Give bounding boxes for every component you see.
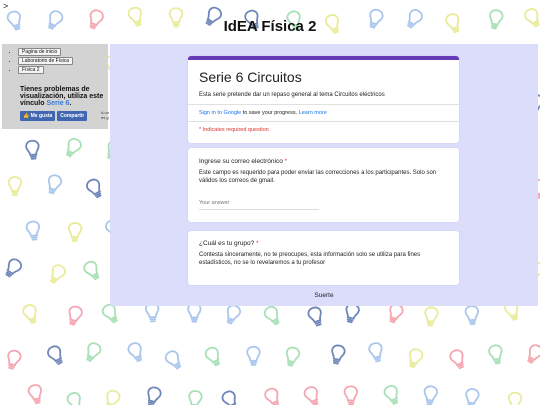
required-star: * (256, 240, 259, 247)
lightbulb-icon (86, 178, 102, 199)
lightbulb-icon (27, 384, 42, 405)
sign-in-notice: Sign in to Google to save your progress.… (199, 110, 327, 116)
learn-more-link[interactable]: Learn more (299, 110, 327, 116)
lightbulb-icon (7, 349, 22, 370)
form-description: Esta serie pretende dar un repaso genera… (199, 92, 385, 98)
lightbulb-icon (25, 139, 40, 160)
form-title: Serie 6 Circuitos (199, 69, 302, 85)
lightbulb-icon (187, 302, 202, 323)
sidebar-nav: Pagina de inicio Laboratorio de Física F… (2, 48, 108, 74)
sidebar: Pagina de inicio Laboratorio de Física F… (2, 44, 110, 129)
required-note: * Indicates required question (199, 127, 269, 133)
visualization-help-text: Tienes problemas de visualización, utili… (20, 86, 110, 107)
lightbulb-icon (164, 350, 182, 370)
sign-in-link[interactable]: Sign in to Google (199, 110, 241, 116)
group-question-card: ¿Cuál es tu grupo? * Contesta sinceramen… (188, 231, 459, 285)
lightbulb-icon (204, 346, 221, 367)
lightbulb-icon (86, 342, 102, 362)
lightbulb-icon (25, 220, 40, 241)
lightbulb-icon (226, 304, 241, 325)
lightbulb-icon (5, 258, 22, 278)
lightbulb-icon (263, 305, 280, 326)
facebook-like-button[interactable]: 👍 Me gusta (20, 111, 56, 121)
email-field[interactable]: Your answer (199, 200, 319, 210)
lightbulb-icon (65, 137, 82, 158)
lightbulb-icon (47, 345, 63, 365)
lightbulb-icon (409, 348, 424, 369)
lightbulb-icon (221, 390, 238, 405)
nav-laboratorio-button[interactable]: Laboratorio de Física (18, 57, 73, 65)
lightbulb-icon (246, 345, 261, 366)
divider (188, 121, 459, 122)
lightbulb-icon (188, 390, 203, 405)
sign-in-text: to save your progress. (242, 110, 298, 116)
google-form-embed[interactable]: Serie 6 Circuitos Esta serie pretende da… (110, 44, 538, 306)
form-header-card: Serie 6 Circuitos Esta serie pretende da… (188, 56, 459, 143)
facebook-share-button[interactable]: Compartir (57, 111, 88, 121)
form-footer-text: Suerte (314, 292, 334, 299)
lightbulb-icon (507, 391, 523, 405)
lightbulb-icon (47, 174, 63, 195)
lightbulb-icon (147, 386, 162, 405)
facebook-share-bar: 👍 Me gusta Compartir (20, 111, 88, 121)
divider (188, 104, 459, 105)
question-title-text: ¿Cuál es tu grupo? (199, 240, 255, 247)
sidebar-item-fisica2: Física 2 (18, 66, 108, 74)
lightbulb-icon (264, 387, 280, 405)
lightbulb-icon (527, 344, 540, 364)
question-title: ¿Cuál es tu grupo? * (199, 240, 259, 247)
lightbulb-icon (424, 306, 439, 327)
like-label: Me gusta (30, 113, 53, 119)
question-title-text: Ingrese su correo electrónico (199, 158, 283, 165)
thumbs-up-icon: 👍 (23, 113, 30, 119)
lightbulb-icon (285, 346, 301, 367)
nav-inicio-button[interactable]: Pagina de inicio (18, 48, 62, 56)
email-question-card: Ingrese su correo electrónico * Este cam… (188, 148, 459, 222)
lightbulb-icon (7, 176, 23, 196)
lightbulb-icon (368, 342, 383, 363)
lightbulb-icon (449, 349, 465, 370)
question-description: Este campo es requerido para poder envia… (199, 170, 437, 184)
lightbulb-icon (105, 389, 121, 405)
serie6-link[interactable]: Serie 6 (46, 100, 69, 107)
lightbulb-icon (66, 392, 81, 405)
lightbulb-icon (383, 385, 399, 405)
lightbulb-icon (465, 388, 480, 405)
lightbulb-icon (488, 344, 503, 365)
sidebar-item-inicio: Pagina de inicio (18, 48, 108, 56)
lightbulb-icon (67, 222, 83, 242)
page-title: IdEA Física 2 (223, 18, 317, 35)
required-star: * (284, 158, 288, 165)
question-description: Contesta sinceramente, no te preocupes, … (199, 252, 421, 266)
sidebar-item-laboratorio: Laboratorio de Física (18, 57, 108, 65)
question-title: Ingrese su correo electrónico * (199, 158, 287, 165)
help-period: . (69, 100, 72, 107)
lightbulb-icon (68, 305, 83, 326)
lightbulb-icon (307, 306, 322, 327)
lightbulb-icon (464, 305, 479, 326)
lightbulb-icon (303, 386, 319, 405)
lightbulb-icon (423, 385, 438, 405)
lightbulb-icon (22, 304, 37, 325)
lightbulb-icon (50, 264, 66, 284)
nav-fisica2-button[interactable]: Física 2 (18, 66, 44, 74)
lightbulb-icon (127, 342, 143, 363)
lightbulb-icon (83, 260, 100, 281)
lightbulb-icon (331, 344, 346, 365)
top-left-glyph: > (3, 1, 9, 11)
lightbulb-icon (343, 385, 358, 405)
